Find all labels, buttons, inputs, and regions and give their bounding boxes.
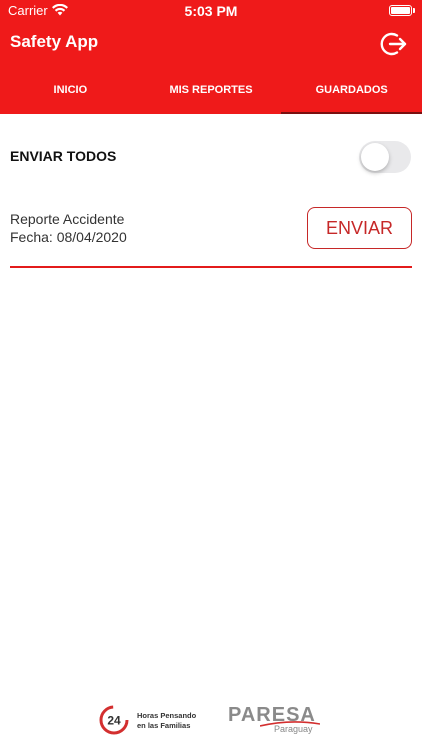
report-divider — [10, 266, 412, 268]
paresa-country: Paraguay — [274, 724, 313, 734]
24-hours-logo-icon: 24 — [99, 705, 129, 735]
report-title: Reporte Accidente — [10, 211, 125, 227]
battery-tip — [413, 8, 415, 13]
tab-guardados[interactable]: GUARDADOS — [281, 70, 422, 114]
logout-icon[interactable] — [380, 30, 408, 58]
status-time: 5:03 PM — [184, 3, 238, 19]
tab-inicio[interactable]: INICIO — [0, 70, 141, 114]
send-all-toggle[interactable] — [359, 141, 411, 173]
app-title: Safety App — [10, 32, 99, 51]
battery-icon — [389, 5, 412, 16]
send-all-label: ENVIAR TODOS — [10, 148, 117, 164]
tab-bar: INICIO MIS REPORTES GUARDADOS — [0, 70, 422, 114]
logo24-line1: Horas Pensando — [137, 711, 197, 720]
logo24-line2: en las Familias — [137, 721, 191, 730]
send-button[interactable]: ENVIAR — [307, 207, 412, 249]
tab-mis-reportes[interactable]: MIS REPORTES — [141, 70, 282, 114]
report-date: Fecha: 08/04/2020 — [10, 229, 127, 245]
list-item: Reporte Accidente Fecha: 08/04/2020 — [10, 210, 127, 246]
logo24-number: 24 — [107, 714, 121, 728]
status-bar: Carrier 5:03 PM — [0, 0, 422, 22]
footer: 24 Horas Pensando en las Familias PARESA… — [0, 700, 422, 740]
app-header: Carrier 5:03 PM Safety App INICIO MIS RE… — [0, 0, 422, 114]
toggle-knob — [361, 143, 389, 171]
logo24-text: Horas Pensando en las Familias — [137, 711, 196, 731]
